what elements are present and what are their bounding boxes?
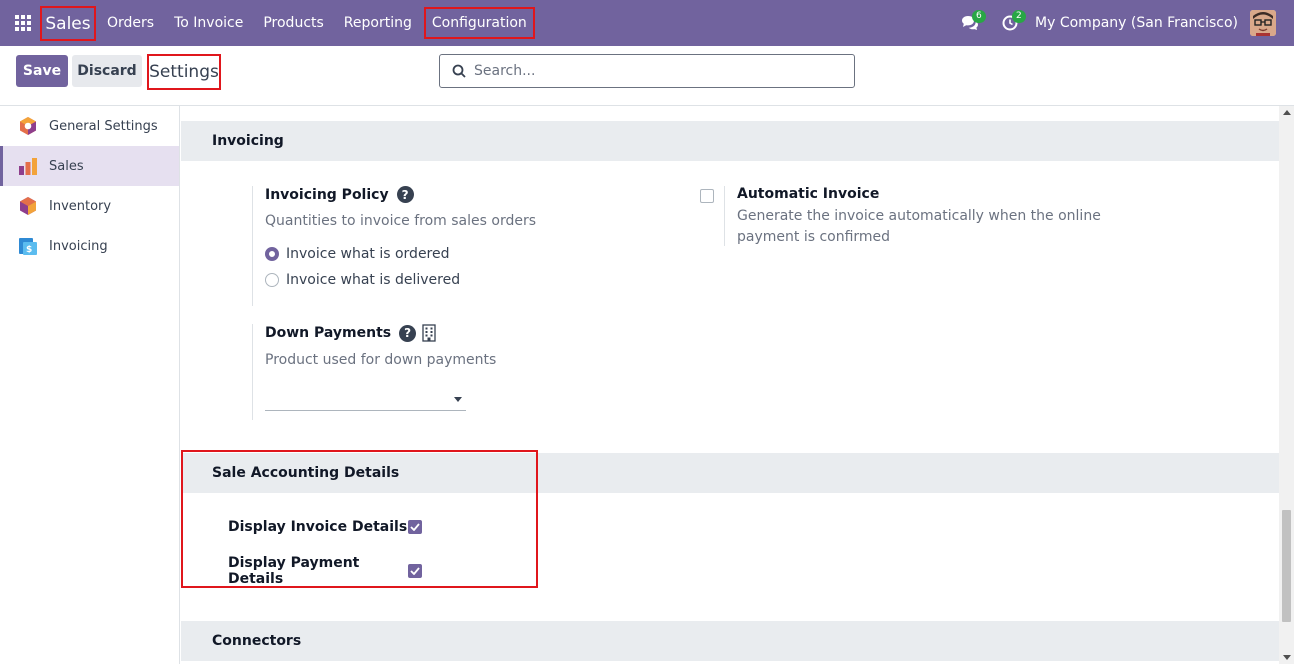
highlight-box [181,450,538,588]
main-menu: Orders To Invoice Products Reporting Con… [107,0,555,46]
radio-button[interactable] [265,273,279,287]
invoicing-policy-setting: Invoicing Policy ? Quantities to invoice… [252,186,536,306]
scrollbar[interactable] [1279,106,1294,664]
scroll-up-arrow-icon[interactable] [1283,110,1291,115]
down-payments-setting: Down Payments ? Product used for down pa… [252,324,496,420]
search-box[interactable] [439,54,855,88]
systray: 6 2 My Company (San Francisco) [955,0,1294,46]
control-panel: Save Discard Settings [0,46,1294,106]
radio-invoice-ordered[interactable]: Invoice what is ordered [265,246,536,262]
messages-button[interactable]: 6 [955,0,986,46]
automatic-invoice-checkbox[interactable] [700,189,714,203]
user-avatar[interactable] [1250,10,1276,36]
automatic-invoice-description: Generate the invoice automatically when … [737,208,1101,245]
settings-sidebar: General Settings Sales Inventory $ Invoi… [0,106,180,664]
sidebar-item-sales[interactable]: Sales [0,146,179,186]
messages-count-badge: 6 [972,10,986,23]
caret-down-icon [454,397,462,402]
menu-products[interactable]: Products [263,15,323,31]
search-input[interactable] [474,63,834,79]
scrollbar-thumb[interactable] [1282,510,1291,622]
top-navbar: Sales Orders To Invoice Products Reporti… [0,0,1294,46]
invoicing-policy-title: Invoicing Policy [265,186,389,203]
company-building-icon [422,324,436,342]
automatic-invoice-setting: Automatic Invoice Generate the invoice a… [724,186,1144,246]
radio-button-selected[interactable] [265,247,279,261]
invoicing-icon: $ [18,236,38,256]
save-button[interactable]: Save [16,55,68,87]
down-payments-title: Down Payments [265,325,392,341]
radio-invoice-delivered[interactable]: Invoice what is delivered [265,272,536,288]
automatic-invoice-checkbox-wrap [700,189,714,203]
scroll-down-arrow-icon[interactable] [1283,655,1291,660]
menu-to-invoice[interactable]: To Invoice [174,15,243,31]
page-title: Settings [147,54,221,90]
sidebar-item-label: Invoicing [49,238,108,254]
help-icon[interactable]: ? [399,324,417,342]
menu-configuration[interactable]: Configuration [423,7,535,39]
section-header-connectors: Connectors [181,621,1279,661]
app-brand[interactable]: Sales [40,6,96,41]
sidebar-item-label: Inventory [49,198,112,214]
inventory-box-icon [18,196,38,216]
invoicing-policy-description: Quantities to invoice from sales orders [265,213,537,229]
down-payments-product-select[interactable] [265,389,466,411]
sidebar-item-label: Sales [49,158,84,174]
radio-label: Invoice what is ordered [286,246,450,262]
search-icon [452,64,466,78]
automatic-invoice-title: Automatic Invoice [737,186,880,202]
activities-count-badge: 2 [1012,10,1026,23]
company-switcher[interactable]: My Company (San Francisco) [1035,15,1238,31]
menu-reporting[interactable]: Reporting [344,15,412,31]
settings-hexagon-icon [18,116,38,136]
svg-text:$: $ [26,245,32,255]
discard-button[interactable]: Discard [72,55,142,87]
section-header-invoicing: Invoicing [181,121,1279,161]
sidebar-item-label: General Settings [49,118,158,134]
activities-button[interactable]: 2 [995,0,1026,46]
sidebar-item-inventory[interactable]: Inventory [0,186,179,226]
menu-orders[interactable]: Orders [107,15,154,31]
sidebar-item-general-settings[interactable]: General Settings [0,106,179,146]
sales-chart-icon [18,156,38,176]
radio-label: Invoice what is delivered [286,272,461,288]
help-icon[interactable]: ? [396,186,414,203]
down-payments-description: Product used for down payments [265,352,497,368]
sidebar-item-invoicing[interactable]: $ Invoicing [0,226,179,266]
